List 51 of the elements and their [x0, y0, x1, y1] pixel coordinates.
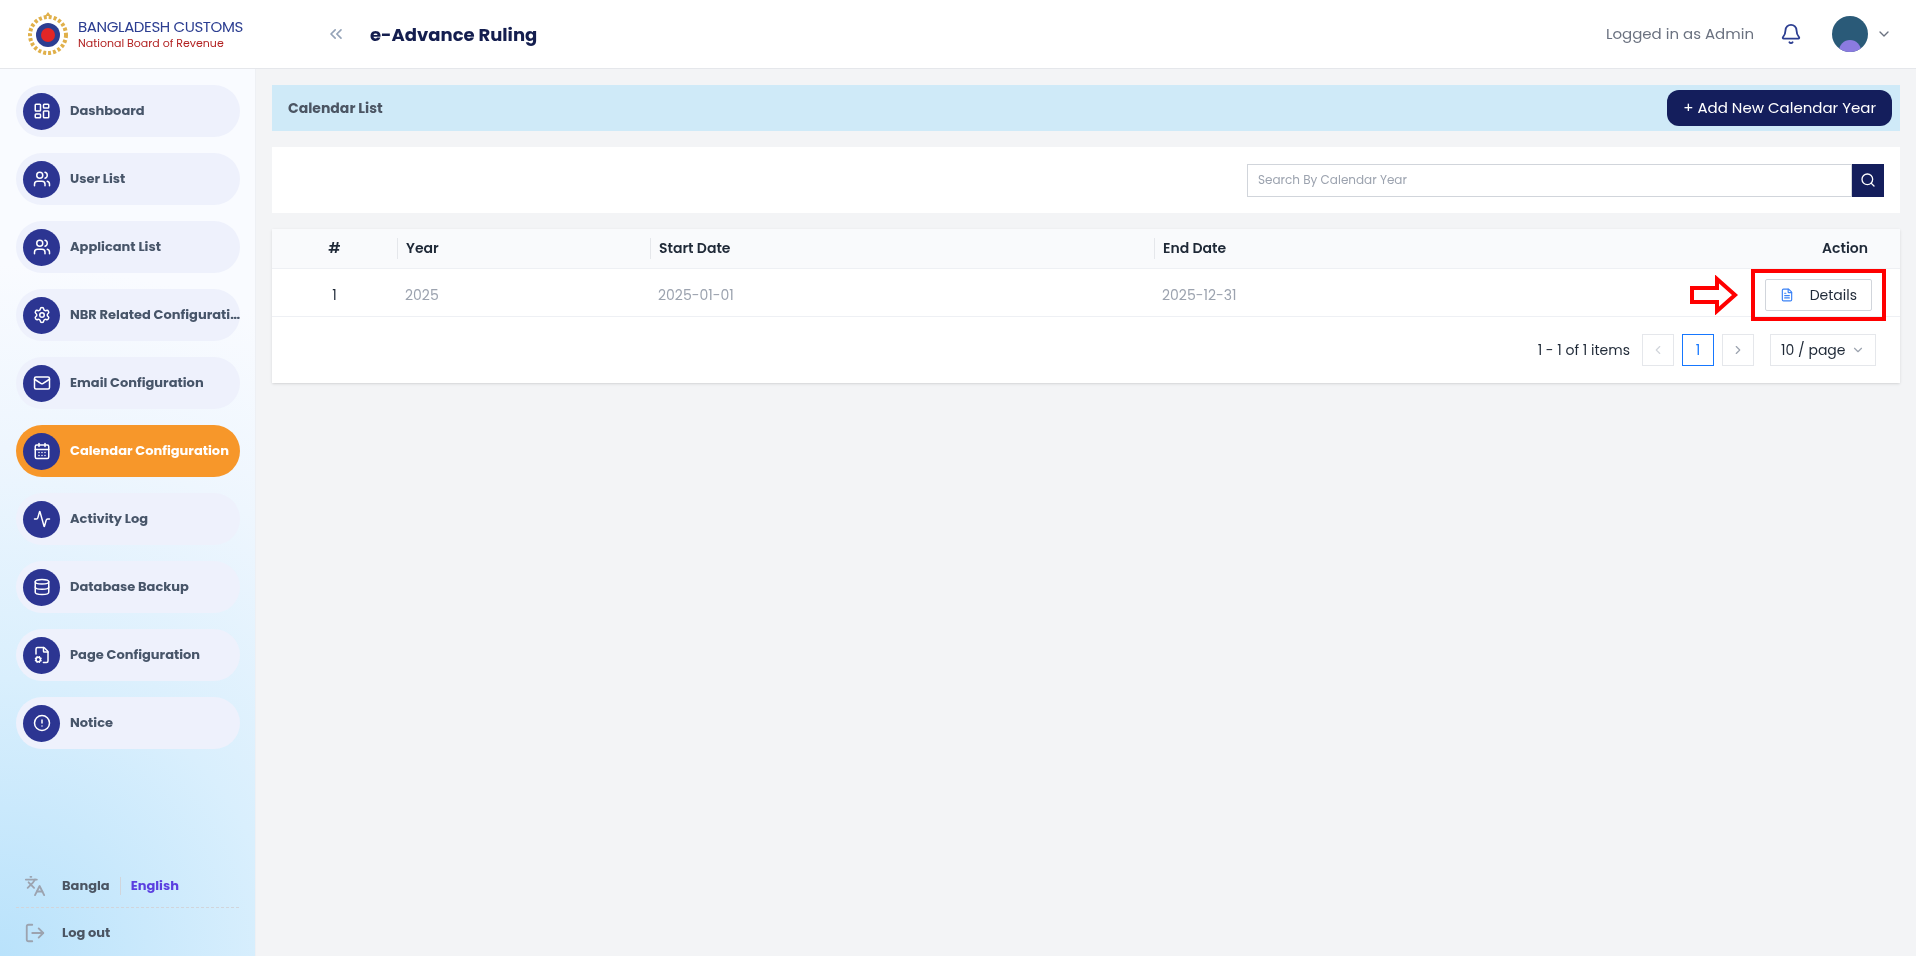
search-button[interactable] — [1852, 163, 1884, 197]
page-button[interactable]: 1 — [1682, 334, 1714, 366]
logged-in-label: Logged in as Admin — [1605, 22, 1754, 46]
sidebar-menu-item[interactable]: Database Backup — [16, 561, 240, 613]
brand-title: BANGLADESH CUSTOMS — [78, 17, 243, 37]
search-field[interactable]: Search By Calendar Year — [1247, 163, 1852, 197]
sidebar-menu-item[interactable]: User List — [16, 153, 240, 205]
column-header: Action — [1821, 238, 1869, 259]
table-cell-text: 2025-01-01 — [657, 284, 735, 306]
dashboard-icon — [23, 92, 60, 130]
search-icon — [1860, 172, 1876, 188]
envelope-icon — [23, 364, 60, 402]
database-icon — [23, 568, 60, 606]
app-title: e-Advance Ruling — [370, 20, 538, 48]
language-option[interactable]: Bangla — [62, 876, 110, 896]
column-header: Year — [397, 238, 650, 259]
users-icon — [23, 160, 60, 198]
logo-icon — [26, 12, 70, 56]
document-icon — [1779, 288, 1794, 302]
avatar-icon[interactable] — [1832, 16, 1868, 52]
calendar-icon — [23, 432, 60, 470]
sidebar-menu-item[interactable]: Page Configuration — [16, 629, 240, 681]
users-icon — [23, 228, 60, 266]
gear-icon — [23, 296, 60, 334]
language-option[interactable]: English — [130, 876, 179, 896]
pagination-summary: 1 - 1 of 1 items — [1537, 339, 1630, 361]
sidebar-menu-item[interactable]: NBR Related Configurati… — [16, 289, 240, 341]
brand-subtitle: National Board of Revenue — [78, 36, 225, 51]
alert-icon — [23, 704, 60, 742]
logout-icon — [24, 922, 46, 944]
logout-button[interactable]: Log out — [16, 922, 239, 944]
table-cell-text: 2025-12-31 — [1161, 284, 1238, 306]
details-button[interactable]: Details — [1764, 279, 1872, 311]
pointer-arrow-icon — [1688, 275, 1739, 315]
sidebar-menu-item[interactable]: Activity Log — [16, 493, 240, 545]
sidebar-menu-item[interactable]: Dashboard — [16, 85, 240, 137]
column-header: Start Date — [650, 238, 1154, 259]
add-calendar-year-button[interactable]: + Add New Calendar Year — [1667, 90, 1892, 126]
sidebar-menu-item[interactable]: Email Configuration — [16, 357, 240, 409]
column-header: # — [327, 238, 342, 259]
column-header: End Date — [1154, 238, 1531, 259]
page-size-select[interactable]: 10 / page — [1770, 334, 1876, 366]
file-gear-icon — [23, 636, 60, 674]
translate-icon — [24, 875, 46, 897]
pulse-icon — [23, 500, 60, 538]
table-cell-text: 2025 — [404, 284, 440, 306]
page-title: Calendar List — [288, 97, 383, 119]
notification-bell-icon[interactable] — [1780, 23, 1802, 45]
table-cell-text: 1 — [331, 284, 338, 306]
sidebar-menu-item[interactable]: Notice — [16, 697, 240, 749]
sidebar-menu-item[interactable]: Applicant List — [16, 221, 240, 273]
